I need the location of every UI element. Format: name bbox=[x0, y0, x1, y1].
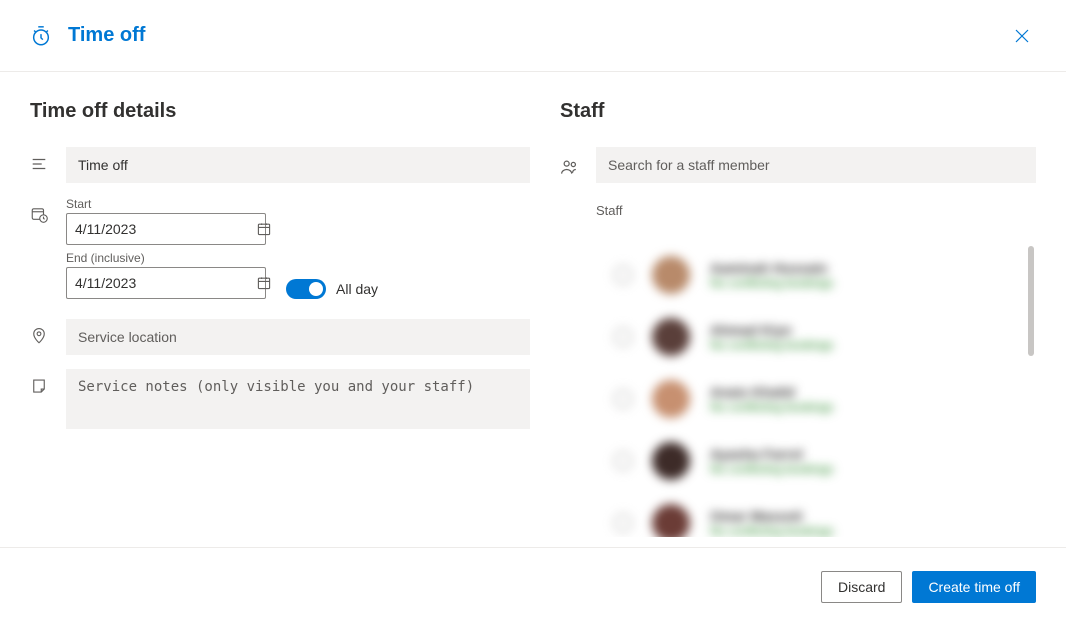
staff-radio[interactable] bbox=[614, 390, 632, 408]
avatar bbox=[652, 504, 690, 537]
staff-name: Ahmad Kiyn bbox=[710, 322, 833, 338]
scrollbar[interactable] bbox=[1028, 246, 1034, 356]
avatar bbox=[652, 318, 690, 356]
location-input[interactable] bbox=[66, 319, 530, 355]
end-label: End (inclusive) bbox=[66, 251, 530, 265]
location-icon bbox=[30, 319, 66, 345]
staff-status: No conflicting bookings bbox=[710, 338, 833, 352]
staff-item[interactable]: Omar Massoti No conflicting bookings bbox=[608, 492, 1024, 537]
end-date-value[interactable] bbox=[75, 275, 256, 291]
staff-status: No conflicting bookings bbox=[710, 462, 833, 476]
all-day-label: All day bbox=[336, 281, 378, 297]
staff-item[interactable]: Ayasha Farrol No conflicting bookings bbox=[608, 430, 1024, 492]
staff-search-input[interactable] bbox=[596, 147, 1036, 183]
staff-search-row bbox=[560, 147, 1036, 183]
avatar bbox=[652, 442, 690, 480]
avatar bbox=[652, 256, 690, 294]
dialog-body: Time off details Start bbox=[0, 72, 1066, 547]
staff-radio[interactable] bbox=[614, 328, 632, 346]
end-date-input[interactable] bbox=[66, 267, 266, 299]
start-label: Start bbox=[66, 197, 530, 211]
calendar-icon[interactable] bbox=[256, 221, 272, 237]
staff-name: Aaminah Hussain bbox=[710, 260, 833, 276]
location-row bbox=[30, 319, 530, 355]
title-input[interactable] bbox=[66, 147, 530, 183]
dates-row: Start End (inclusive) bbox=[30, 197, 530, 305]
staff-item[interactable]: Aaminah Hussain No conflicting bookings bbox=[608, 244, 1024, 306]
all-day-toggle[interactable] bbox=[286, 279, 326, 299]
create-button[interactable]: Create time off bbox=[912, 571, 1036, 603]
staff-name: Ayasha Farrol bbox=[710, 446, 833, 462]
notes-input[interactable] bbox=[66, 369, 530, 429]
staff-radio[interactable] bbox=[614, 452, 632, 470]
clock-icon bbox=[30, 25, 52, 47]
title-row bbox=[30, 147, 530, 183]
calendar-icon[interactable] bbox=[256, 275, 272, 291]
staff-item[interactable]: Ahmad Kiyn No conflicting bookings bbox=[608, 306, 1024, 368]
calendar-clock-icon bbox=[30, 197, 66, 223]
note-icon bbox=[30, 369, 66, 395]
staff-status: No conflicting bookings bbox=[710, 400, 833, 414]
staff-list[interactable]: Aaminah Hussain No conflicting bookings … bbox=[596, 226, 1036, 537]
staff-name: Omar Massoti bbox=[710, 508, 833, 524]
details-column: Time off details Start bbox=[30, 100, 530, 537]
avatar bbox=[652, 380, 690, 418]
staff-name: Anais Khalid bbox=[710, 384, 833, 400]
start-date-value[interactable] bbox=[75, 221, 256, 237]
people-icon bbox=[560, 153, 596, 177]
dialog-footer: Discard Create time off bbox=[0, 547, 1066, 625]
staff-item[interactable]: Anais Khalid No conflicting bookings bbox=[608, 368, 1024, 430]
staff-radio[interactable] bbox=[614, 514, 632, 532]
notes-row bbox=[30, 369, 530, 432]
header-left: Time off bbox=[30, 24, 145, 47]
staff-radio[interactable] bbox=[614, 266, 632, 284]
details-section-title: Time off details bbox=[30, 100, 530, 123]
dialog-title: Time off bbox=[68, 24, 145, 47]
staff-column: Staff Staff Aaminah Hussain bbox=[560, 100, 1036, 537]
discard-button[interactable]: Discard bbox=[821, 571, 902, 603]
start-date-input[interactable] bbox=[66, 213, 266, 245]
staff-status: No conflicting bookings bbox=[710, 276, 833, 290]
staff-status: No conflicting bookings bbox=[710, 524, 833, 537]
close-icon[interactable] bbox=[1008, 22, 1036, 50]
text-icon bbox=[30, 147, 66, 173]
staff-section-title: Staff bbox=[560, 100, 1036, 123]
staff-list-label: Staff bbox=[596, 203, 1036, 218]
dialog-header: Time off bbox=[0, 0, 1066, 72]
